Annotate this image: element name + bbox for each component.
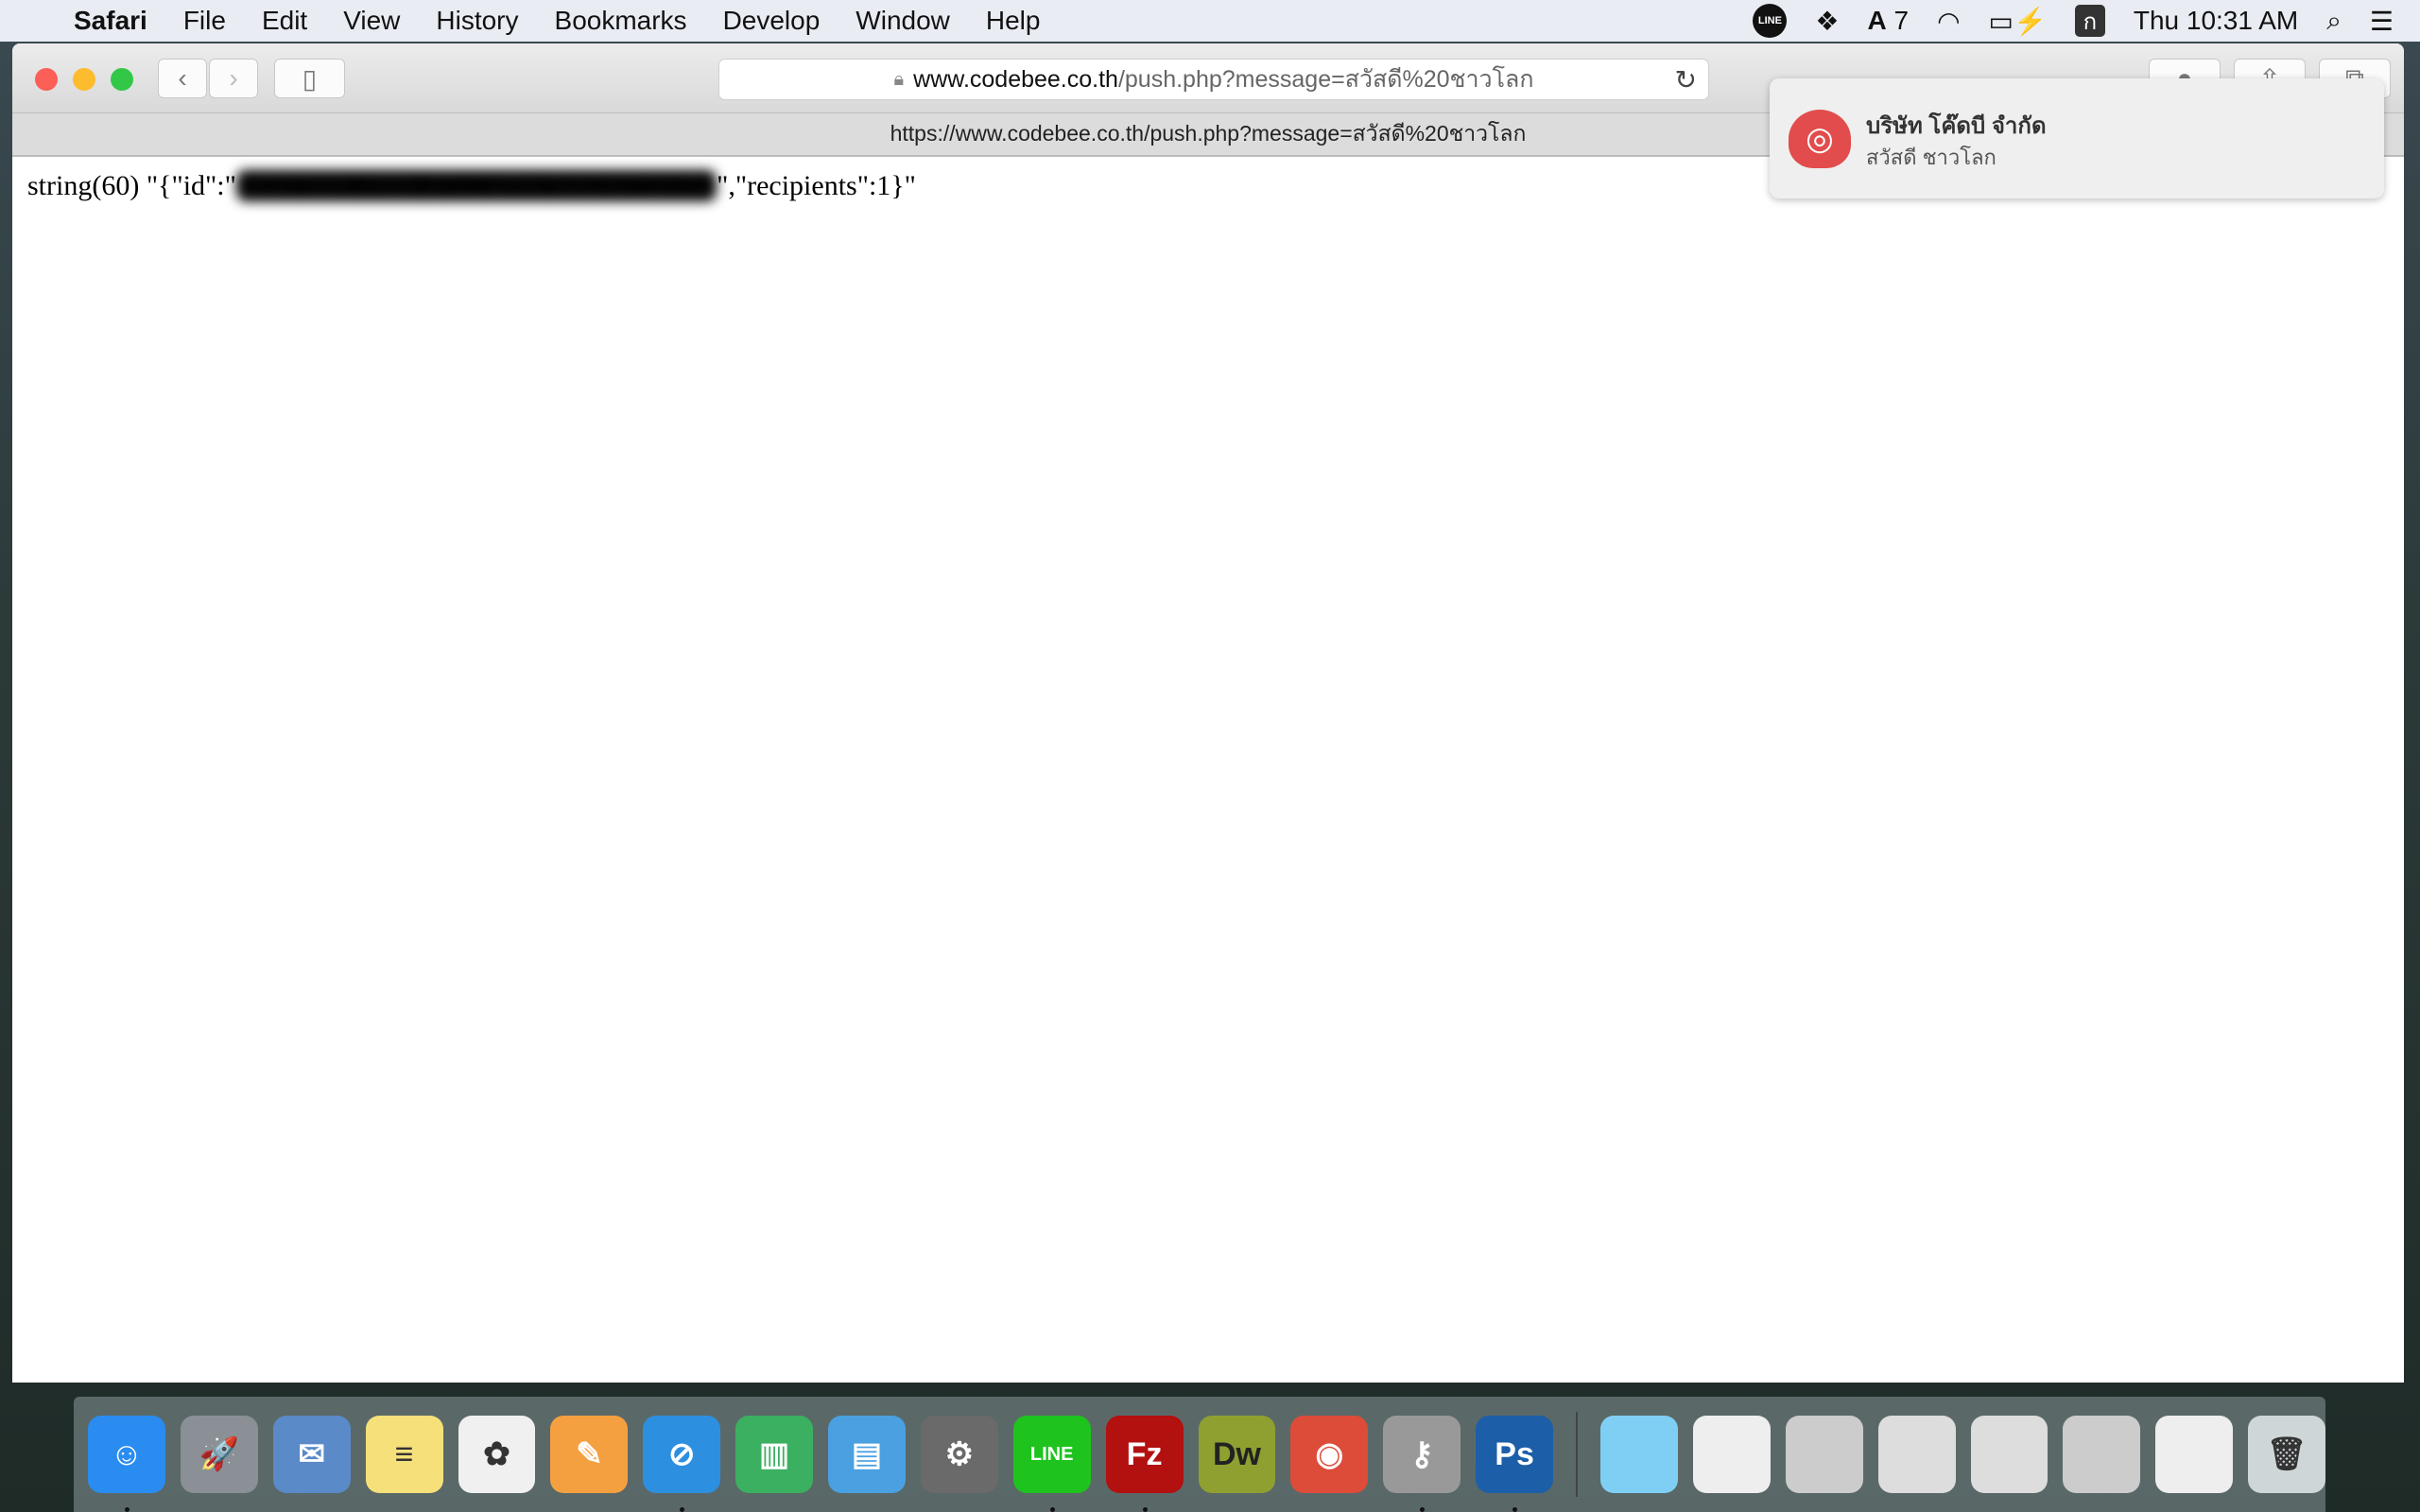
status-url: https://www.codebee.co.th/push.php?messa… [890, 121, 1527, 146]
dock-chrome-icon[interactable]: ◉ [1290, 1416, 1369, 1493]
dock-folder-icon[interactable] [1600, 1416, 1678, 1493]
menu-edit[interactable]: Edit [262, 6, 307, 36]
menu-bar: Safari File Edit View History Bookmarks … [0, 0, 2420, 42]
menu-window[interactable]: Window [856, 6, 950, 36]
notification-center-icon[interactable]: ☰ [2370, 6, 2394, 37]
lock-icon: 🔒︎ [893, 68, 905, 90]
redacted-id: 8d507600-1900-47cc-bf94-9ab24212e193 [235, 170, 717, 201]
battery-charging-icon[interactable]: ▭⚡ [1989, 6, 2047, 37]
dock-photos-icon[interactable]: ✿ [458, 1416, 536, 1493]
sidebar-toggle-button[interactable]: ▯ [274, 59, 345, 98]
dock-safari-icon[interactable]: ⊘ [643, 1416, 721, 1512]
running-indicator [1512, 1507, 1518, 1512]
adobe-cc-icon[interactable]: A 7 [1868, 6, 1910, 36]
dock-keynote-icon[interactable]: ▤ [828, 1416, 906, 1493]
dock-mail-icon[interactable]: ✉ [272, 1416, 351, 1493]
dock-window-ps-2-icon[interactable] [2063, 1416, 2141, 1493]
running-indicator [680, 1507, 685, 1512]
menu-bookmarks[interactable]: Bookmarks [555, 6, 687, 36]
running-indicator [1049, 1507, 1055, 1512]
output-prefix: string(60) "{"id":" [27, 170, 236, 201]
line-status-icon[interactable]: LINE [1753, 4, 1788, 38]
dock-notes-icon[interactable]: ≡ [365, 1416, 443, 1493]
menu-file[interactable]: File [183, 6, 226, 36]
spotlight-search-icon[interactable]: ⌕ [2326, 6, 2342, 37]
address-path: /push.php?message=สวัสดี%20ชาวโลก [1117, 66, 1534, 93]
menu-view[interactable]: View [343, 6, 400, 36]
dock-window-ps-1-icon[interactable] [1785, 1416, 1863, 1493]
dock-trash-icon[interactable]: 🗑 [2248, 1416, 2325, 1493]
reload-icon[interactable]: ↻ [1675, 64, 1697, 95]
dock-launchpad-icon[interactable]: 🚀 [180, 1416, 258, 1493]
dock: ☺ 🚀 ✉ ≡ ✿ ✎ ⊘ ▥ ▤ ⚙ LINE Fz Dw ◉ ⚷ Ps 🗑 [74, 1397, 2325, 1512]
onesignal-broadcast-icon: ◎ [1789, 110, 1851, 168]
adobe-count: 7 [1893, 6, 1910, 35]
dropbox-icon[interactable]: ❖ [1815, 6, 1839, 37]
zoom-window-button[interactable] [111, 68, 133, 91]
dock-numbers-icon[interactable]: ▥ [735, 1416, 813, 1493]
dock-filezilla-icon[interactable]: Fz [1105, 1416, 1184, 1512]
notification-banner[interactable]: ◎ บริษัท โค๊ดบี จำกัด สวัสดี ชาวโลก [1770, 78, 2384, 198]
wifi-icon[interactable]: ◠ [1937, 6, 1960, 37]
dock-separator [1576, 1412, 1578, 1497]
minimize-window-button[interactable] [73, 68, 95, 91]
forward-button[interactable]: › [209, 59, 258, 98]
dock-photoshop-icon[interactable]: Ps [1476, 1416, 1553, 1512]
chevron-right-icon: › [229, 63, 238, 93]
dock-line-icon[interactable]: LINE [1012, 1416, 1091, 1512]
dock-window-line-icon[interactable] [1692, 1416, 1771, 1493]
dock-window-filezilla-icon[interactable] [1970, 1416, 2048, 1493]
dock-keychain-icon[interactable]: ⚷ [1383, 1416, 1461, 1512]
address-bar[interactable]: 🔒︎ www.codebee.co.th/push.php?message=สว… [718, 59, 1709, 100]
chevron-left-icon: ‹ [178, 63, 187, 93]
dock-finder-icon[interactable]: ☺ [88, 1416, 165, 1512]
running-indicator [1142, 1507, 1148, 1512]
menu-history[interactable]: History [436, 6, 518, 36]
dock-window-finder-icon[interactable] [1877, 1416, 1956, 1493]
dock-pages-icon[interactable]: ✎ [550, 1416, 629, 1493]
dock-dreamweaver-icon[interactable]: Dw [1198, 1416, 1276, 1493]
input-source-thai-icon[interactable]: ก [2074, 5, 2105, 37]
menu-develop[interactable]: Develop [723, 6, 821, 36]
safari-window: ‹ › ▯ 🔒︎ www.codebee.co.th/push.php?mess… [12, 43, 2404, 1383]
dock-window-safari-icon[interactable] [2155, 1416, 2234, 1493]
menu-help[interactable]: Help [986, 6, 1041, 36]
dock-system-preferences-icon[interactable]: ⚙ [920, 1416, 998, 1493]
close-window-button[interactable] [35, 68, 58, 91]
menu-app-safari[interactable]: Safari [74, 6, 147, 36]
sidebar-icon: ▯ [302, 63, 318, 94]
running-indicator [125, 1507, 130, 1512]
running-indicator [1420, 1507, 1426, 1512]
back-button[interactable]: ‹ [158, 59, 207, 98]
notification-title: บริษัท โค๊ดบี จำกัด [1866, 113, 2047, 139]
output-suffix: ","recipients":1}" [717, 170, 916, 201]
clock[interactable]: Thu 10:31 AM [2134, 6, 2298, 36]
address-domain: www.codebee.co.th [913, 65, 1118, 93]
notification-body: สวัสดี ชาวโลก [1866, 146, 1996, 169]
